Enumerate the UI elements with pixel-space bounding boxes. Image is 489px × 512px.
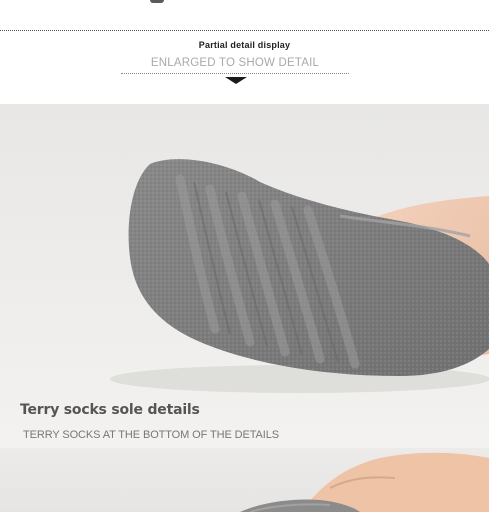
top-edge-mark: [150, 0, 164, 3]
section-title: Partial detail display: [198, 40, 291, 50]
sock-sole-photo: Terry socks sole details TERRY SOCKS AT …: [0, 104, 489, 448]
caption-title: Terry socks sole details: [20, 402, 200, 418]
subtitle-underline: [121, 73, 349, 74]
down-arrow-icon: [225, 77, 247, 84]
sock-sole-illustration: [110, 159, 489, 393]
next-photo-preview: [0, 448, 489, 512]
caption-subtitle: TERRY SOCKS AT THE BOTTOM OF THE DETAILS: [23, 429, 279, 441]
hand-sock-illustration: [240, 452, 489, 512]
section-subtitle: ENLARGED TO SHOW DETAIL: [150, 57, 320, 69]
section-divider: [0, 30, 489, 31]
